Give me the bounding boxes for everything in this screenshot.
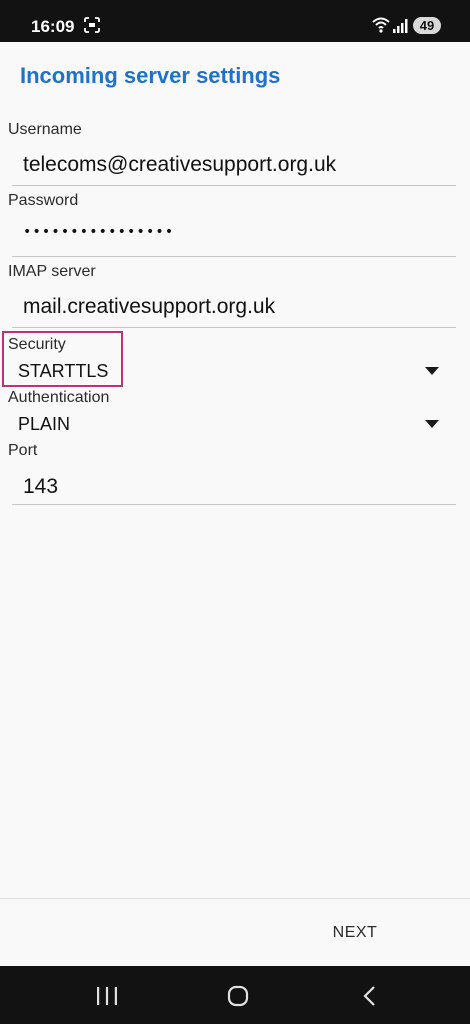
footer-divider bbox=[0, 898, 470, 899]
port-underline bbox=[12, 504, 456, 505]
next-button[interactable]: NEXT bbox=[316, 912, 394, 954]
battery-icon: 49 bbox=[413, 17, 441, 34]
signal-icon bbox=[393, 19, 408, 33]
password-underline bbox=[12, 256, 456, 257]
imap-server-underline bbox=[12, 327, 456, 328]
imap-server-field[interactable]: mail.creativesupport.org.uk bbox=[23, 295, 275, 319]
status-time: 16:09 bbox=[31, 17, 75, 36]
navigation-bar bbox=[0, 966, 470, 1024]
port-label: Port bbox=[8, 442, 38, 459]
authentication-select[interactable]: PLAIN bbox=[18, 414, 70, 435]
password-field[interactable]: •••••••••••••••• bbox=[23, 224, 174, 240]
authentication-label: Authentication bbox=[8, 389, 110, 406]
home-icon[interactable] bbox=[227, 985, 249, 1007]
security-dropdown-icon[interactable] bbox=[425, 367, 439, 375]
username-underline bbox=[12, 185, 456, 186]
page-title: Incoming server settings bbox=[20, 63, 281, 88]
port-field[interactable]: 143 bbox=[23, 475, 58, 499]
screenshot-icon bbox=[84, 17, 100, 33]
authentication-dropdown-icon[interactable] bbox=[425, 420, 439, 428]
username-label: Username bbox=[8, 121, 82, 138]
wifi-icon bbox=[372, 17, 390, 33]
security-select[interactable]: STARTTLS bbox=[18, 361, 108, 382]
recents-icon[interactable] bbox=[96, 987, 118, 1005]
password-label: Password bbox=[8, 192, 79, 209]
back-icon[interactable] bbox=[362, 985, 378, 1007]
security-label: Security bbox=[8, 336, 66, 353]
status-bar: 16:09 49 bbox=[0, 0, 470, 42]
imap-server-label: IMAP server bbox=[8, 263, 96, 280]
username-field[interactable]: telecoms@creativesupport.org.uk bbox=[23, 153, 336, 177]
